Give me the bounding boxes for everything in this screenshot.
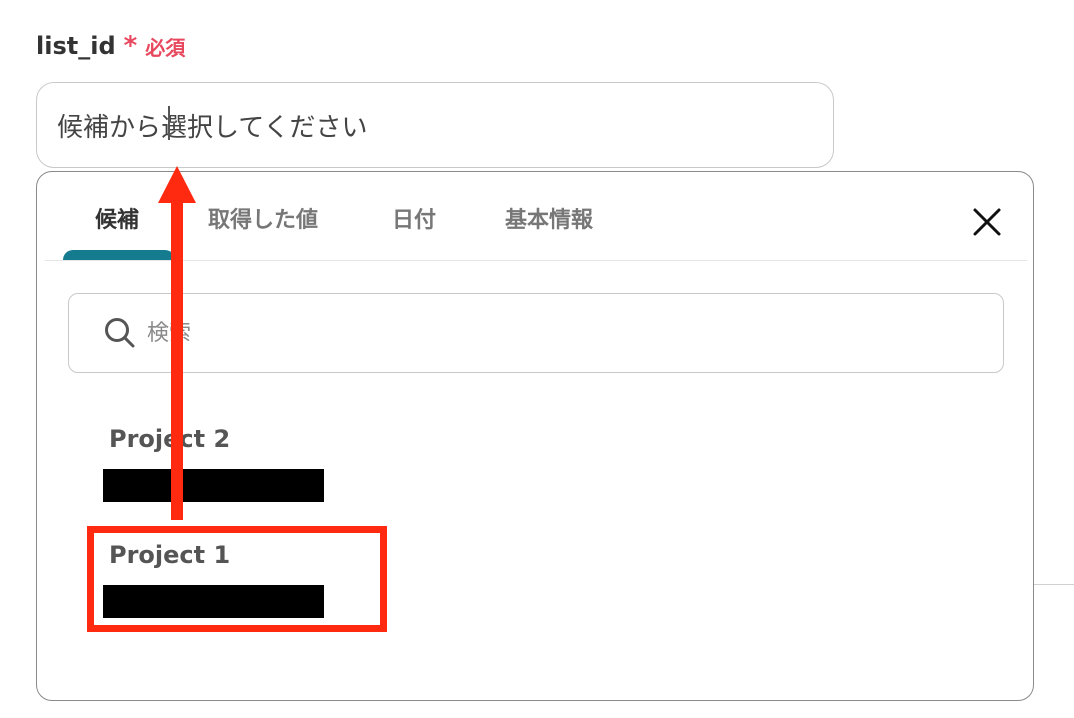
close-button[interactable] xyxy=(967,202,1007,242)
redacted-id xyxy=(103,585,324,618)
search-box[interactable] xyxy=(68,293,1004,373)
option-title: Project 2 xyxy=(109,425,231,453)
select-value: 候補から選択してください xyxy=(57,112,368,143)
required-label: 必須 xyxy=(145,35,186,60)
close-icon xyxy=(973,208,1001,236)
option-title: Project 1 xyxy=(109,541,231,569)
option-project-1[interactable]: Project 1 xyxy=(103,541,403,631)
dropdown-tabs: 候補 取得した値 日付 基本情報 xyxy=(45,172,1027,261)
redacted-id xyxy=(103,469,324,502)
tab-retrieved-values[interactable]: 取得した値 xyxy=(208,202,318,234)
search-icon xyxy=(105,318,135,348)
search-input[interactable] xyxy=(145,319,849,347)
background-divider xyxy=(1034,584,1074,585)
text-cursor xyxy=(168,106,170,140)
field-name: list_id xyxy=(36,32,116,60)
options-dropdown: 候補 取得した値 日付 基本情報 Project 2 Project 1 xyxy=(36,171,1034,701)
required-asterisk: * xyxy=(123,31,138,61)
field-label: list_id * 必須 xyxy=(36,30,185,62)
tab-basic-info[interactable]: 基本情報 xyxy=(505,202,593,234)
tab-date[interactable]: 日付 xyxy=(392,202,436,234)
option-project-2[interactable]: Project 2 xyxy=(103,425,403,515)
tab-candidates[interactable]: 候補 xyxy=(95,202,139,234)
active-tab-indicator xyxy=(63,250,175,260)
list-id-select[interactable]: 候補から選択してください xyxy=(36,82,834,168)
